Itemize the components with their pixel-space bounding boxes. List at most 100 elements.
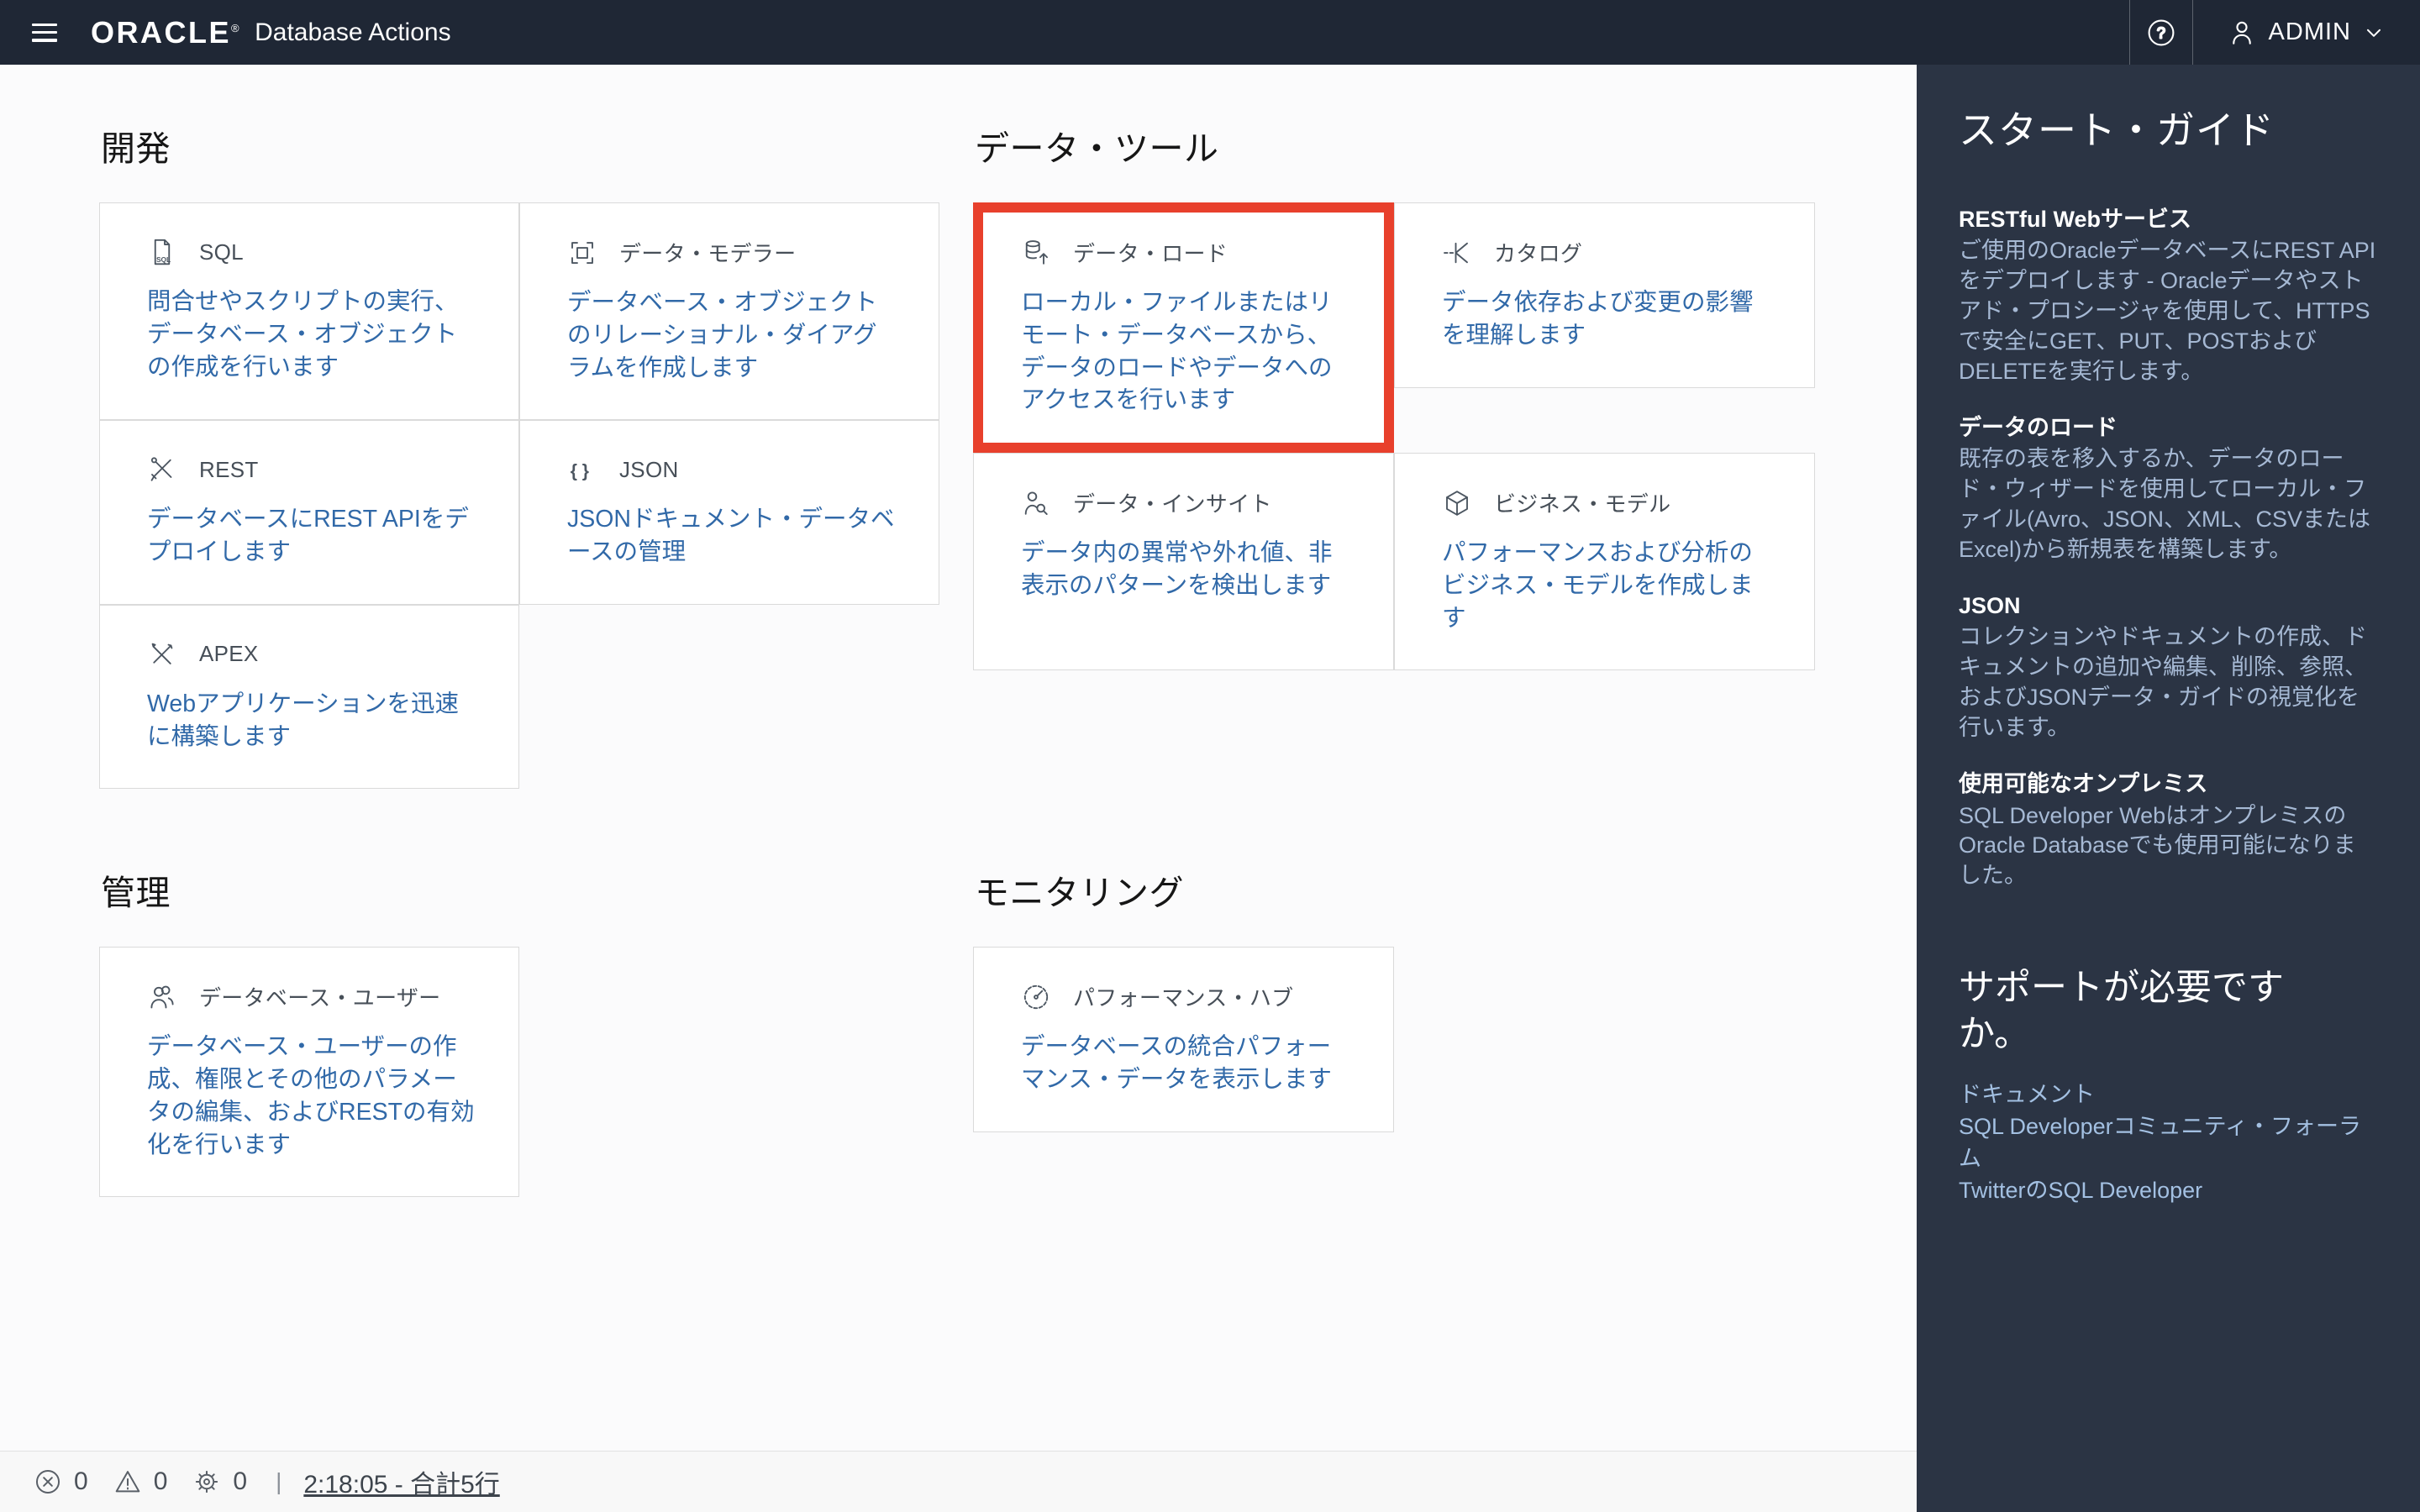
card-description-link[interactable]: データベースにREST APIをデプロイします — [147, 503, 475, 569]
card-description-link[interactable]: ローカル・ファイルまたはリモート・データベースから、データのロードやデータへのア… — [1021, 286, 1349, 417]
guide-body: SQL Developer WebはオンプレミスのOracle Database… — [1959, 802, 2356, 889]
card-description-link[interactable]: JSONドキュメント・データベースの管理 — [567, 503, 895, 569]
topbar: ORACLE® Database Actions ? ADMIN — [0, 0, 2420, 65]
card-description-link[interactable]: Webアプリケーションを迅速に構築します — [147, 688, 475, 753]
help-button[interactable]: ? — [2130, 0, 2192, 65]
section-monitoring: モニタリング パフォーマンス・ハブ データベースの統合パフォーマンス・データを表… — [973, 864, 1815, 1132]
card-description-link[interactable]: データベース・ユーザーの作成、権限とその他のパラメータの編集、およびRESTの有… — [147, 1031, 475, 1161]
card-description-link[interactable]: データベース・オブジェクトのリレーショナル・ダイアグラムを作成します — [567, 286, 895, 384]
guide-section-data-load: データのロード 既存の表を移入するか、データのロード・ウィザードを使用してローカ… — [1959, 412, 2378, 565]
status-errors[interactable]: 0 — [34, 1467, 88, 1496]
guide-section-json: JSON コレクションやドキュメントの作成、ドキュメントの追加や編集、削除、参照… — [1959, 591, 2378, 743]
card-label: APEX — [199, 641, 259, 667]
svg-text:SQL: SQL — [156, 255, 171, 264]
section-title: データ・ツール — [975, 129, 1219, 168]
status-warnings[interactable]: 0 — [113, 1467, 168, 1496]
card-database-users[interactable]: データベース・ユーザー データベース・ユーザーの作成、権限とその他のパラメータの… — [99, 947, 519, 1198]
statusbar: 0 0 0 | 2:18:05 - 合計5行 — [0, 1451, 1917, 1512]
card-label: パフォーマンス・ハブ — [1073, 985, 1294, 1011]
svg-text:?: ? — [2156, 24, 2165, 41]
error-count: 0 — [74, 1467, 88, 1495]
warning-icon — [115, 1471, 139, 1493]
card-label: カタログ — [1494, 241, 1583, 266]
section-development: 開発 SQL SQL 問合せやスクリプトの実行、データベース・オブジェクトの作成… — [99, 120, 939, 790]
support-link-documentation[interactable]: ドキュメント — [1959, 1079, 2378, 1111]
card-label: データベース・ユーザー — [199, 985, 441, 1011]
performance-hub-icon — [1023, 984, 1049, 1009]
support-title: サポートが必要ですか。 — [1959, 968, 2284, 1055]
status-processes[interactable]: 0 — [192, 1467, 247, 1496]
card-description-link[interactable]: データ依存および変更の影響を理解します — [1442, 286, 1770, 352]
card-data-modeler[interactable]: データ・モデラー データベース・オブジェクトのリレーショナル・ダイアグラムを作成… — [519, 202, 939, 421]
user-menu[interactable]: ADMIN — [2193, 0, 2420, 65]
card-description-link[interactable]: 問合せやスクリプトの実行、データベース・オブジェクトの作成を行います — [147, 286, 475, 383]
section-title: 開発 — [101, 129, 171, 168]
gear-icon — [196, 1470, 218, 1494]
guide-heading: データのロード — [1959, 414, 2118, 440]
card-label: SQL — [199, 239, 244, 265]
section-title: 管理 — [101, 874, 171, 913]
guide-heading: JSON — [1959, 593, 2021, 619]
business-model-icon — [1446, 490, 1468, 516]
data-load-icon — [1025, 239, 1048, 265]
card-description-link[interactable]: データベースの統合パフォーマンス・データを表示します — [1021, 1031, 1349, 1096]
guide-body: 既存の表を移入するか、データのロード・ウィザードを使用してローカル・ファイル(A… — [1959, 446, 2371, 563]
card-description-link[interactable]: データ内の異常や外れ値、非表示のパターンを検出します — [1021, 537, 1349, 602]
card-label: データ・モデラー — [619, 241, 797, 266]
database-users-icon — [150, 985, 174, 1009]
guide-section-on-premises: 使用可能なオンプレミス SQL Developer WebはオンプレミスのOra… — [1959, 769, 2378, 891]
apex-icon — [151, 643, 173, 664]
section-administration: 管理 データベース・ユーザー データベース・ユーザーの作成、権限とその他のパラメ… — [99, 864, 939, 1198]
section-data-tools: データ・ツール データ・ロード ローカル・ファイルまたはリモート・データベースか… — [973, 120, 1815, 671]
start-guide-title: スタート・ガイド — [1959, 108, 2275, 152]
card-performance-hub[interactable]: パフォーマンス・ハブ データベースの統合パフォーマンス・データを表示します — [973, 947, 1394, 1132]
warning-count: 0 — [153, 1467, 168, 1495]
card-catalog[interactable]: カタログ データ依存および変更の影響を理解します — [1394, 202, 1815, 388]
data-insights-icon — [1024, 491, 1048, 515]
sql-icon: SQL — [154, 239, 171, 265]
guide-section-restful: RESTful Webサービス ご使用のOracleデータベースにREST AP… — [1959, 204, 2378, 387]
card-rest[interactable]: REST データベースにREST APIをデプロイします — [99, 420, 519, 605]
person-icon — [2232, 21, 2251, 45]
launchpad: 開発 SQL SQL 問合せやスクリプトの実行、データベース・オブジェクトの作成… — [0, 65, 1917, 1451]
card-label: REST — [199, 456, 259, 482]
card-label: JSON — [619, 456, 679, 482]
hamburger-menu-icon[interactable] — [32, 23, 57, 42]
error-icon — [35, 1469, 60, 1494]
card-label: データ・ロード — [1073, 241, 1228, 266]
card-data-insights[interactable]: データ・インサイト データ内の異常や外れ値、非表示のパターンを検出します — [973, 453, 1394, 671]
guide-body: ご使用のOracleデータベースにREST APIをデプロイします - Orac… — [1959, 238, 2376, 385]
guide-heading: 使用可能なオンプレミス — [1959, 771, 2208, 797]
registered-mark: ® — [231, 21, 242, 34]
oracle-logo: ORACLE® — [91, 14, 242, 50]
product-title: Database Actions — [255, 18, 451, 46]
user-name: ADMIN — [2268, 18, 2351, 45]
process-count: 0 — [233, 1467, 248, 1495]
brand: ORACLE® Database Actions — [91, 15, 451, 50]
svg-text:{ }: { } — [571, 462, 589, 481]
guide-body: コレクションやドキュメントの作成、ドキュメントの追加や編集、削除、参照、およびJ… — [1959, 624, 2367, 741]
data-modeler-icon — [571, 241, 593, 264]
card-data-load[interactable]: データ・ロード ローカル・ファイルまたはリモート・データベースから、データのロー… — [973, 202, 1394, 453]
help-icon: ? — [2148, 19, 2174, 45]
card-label: ビジネス・モデル — [1494, 491, 1671, 517]
status-time-link[interactable]: 2:18:05 - 合計5行 — [303, 1463, 499, 1500]
card-sql[interactable]: SQL SQL 問合せやスクリプトの実行、データベース・オブジェクトの作成を行い… — [99, 202, 519, 421]
guide-heading: RESTful Webサービス — [1959, 207, 2192, 232]
card-business-model[interactable]: ビジネス・モデル パフォーマンスおよび分析のビジネス・モデルを作成します — [1394, 453, 1815, 671]
section-title: モニタリング — [975, 874, 1184, 913]
status-separator: | — [276, 1468, 282, 1494]
rest-icon — [150, 457, 172, 481]
card-apex[interactable]: APEX Webアプリケーションを迅速に構築します — [99, 604, 519, 790]
start-guide-panel: スタート・ガイド RESTful Webサービス ご使用のOracleデータベー… — [1917, 65, 2420, 1512]
json-braces-icon: { } — [571, 462, 589, 481]
card-label: データ・インサイト — [1073, 491, 1272, 517]
support-link-community-forum[interactable]: SQL Developerコミュニティ・フォーラム — [1959, 1111, 2378, 1175]
topbar-right: ? ADMIN — [2128, 0, 2420, 65]
chevron-down-icon — [2366, 29, 2381, 37]
card-json[interactable]: { } JSON JSONドキュメント・データベースの管理 — [519, 420, 939, 605]
support-link-twitter[interactable]: TwitterのSQL Developer — [1959, 1175, 2378, 1207]
catalog-icon — [1444, 242, 1468, 263]
card-description-link[interactable]: パフォーマンスおよび分析のビジネス・モデルを作成します — [1442, 537, 1770, 634]
support-links: ドキュメント SQL Developerコミュニティ・フォーラム Twitter… — [1959, 1079, 2378, 1206]
